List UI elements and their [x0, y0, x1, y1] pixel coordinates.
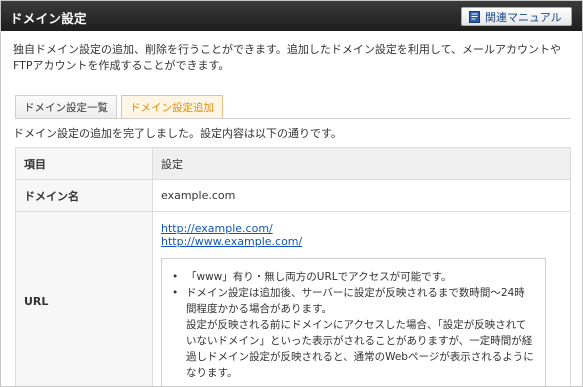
page-description: 独自ドメイン設定の追加、削除を行うことができます。追加したドメイン設定を利用して…	[13, 43, 562, 72]
completion-message: ドメイン設定の追加を完了しました。設定内容は以下の通りです。	[13, 127, 342, 140]
url-label: URL	[15, 211, 153, 386]
tab-bar: ドメイン設定一覧 ドメイン設定追加	[15, 95, 227, 119]
table-row: URL http://example.com/ http://www.examp…	[15, 211, 571, 386]
domain-settings-panel: ドメイン設定 関連マニュアル 独自ドメイン設定の追加、削除を行うことができます。…	[0, 0, 583, 387]
list-item: • 「www」有り・無し両方のURLでアクセスが可能です。	[172, 269, 535, 285]
column-header-item: 項目	[15, 147, 153, 180]
list-item: • ドメイン設定は追加後、サーバーに設定が反映されるまで数時間～24時間程度かか…	[172, 285, 535, 317]
column-header-setting: 設定	[152, 147, 571, 180]
url-cell: http://example.com/ http://www.example.c…	[152, 211, 571, 386]
note-propagation: ドメイン設定は追加後、サーバーに設定が反映されるまで数時間～24時間程度かかる場…	[186, 287, 525, 315]
url-link-example[interactable]: http://example.com/	[161, 222, 562, 235]
table-header-row: 項目 設定	[15, 147, 571, 180]
tab-domain-list[interactable]: ドメイン設定一覧	[15, 95, 117, 119]
page-title: ドメイン設定	[10, 11, 87, 26]
notes-box: • 「www」有り・無し両方のURLでアクセスが可能です。 • ドメイン設定は追…	[161, 258, 546, 386]
note-www: 「www」有り・無し両方のURLでアクセスが可能です。	[186, 271, 452, 283]
settings-table: 項目 設定 ドメイン名 example.com URL http://examp…	[15, 147, 571, 386]
bullet-icon: •	[172, 271, 179, 283]
bullet-icon: •	[172, 287, 179, 299]
url-link-www-example[interactable]: http://www.example.com/	[161, 235, 562, 248]
domain-name-label: ドメイン名	[15, 179, 153, 212]
tab-divider	[15, 118, 571, 119]
related-manual-button[interactable]: 関連マニュアル	[461, 7, 572, 26]
title-bar: ドメイン設定 関連マニュアル	[1, 1, 582, 31]
tab-domain-add[interactable]: ドメイン設定追加	[121, 95, 223, 119]
domain-name-value: example.com	[152, 179, 571, 212]
book-icon	[469, 10, 480, 23]
related-manual-label: 関連マニュアル	[485, 10, 562, 24]
note-continuation: 設定が反映される前にドメインにアクセスした場合、「設定が反映されていないドメイン…	[186, 319, 534, 379]
table-row: ドメイン名 example.com	[15, 179, 571, 212]
